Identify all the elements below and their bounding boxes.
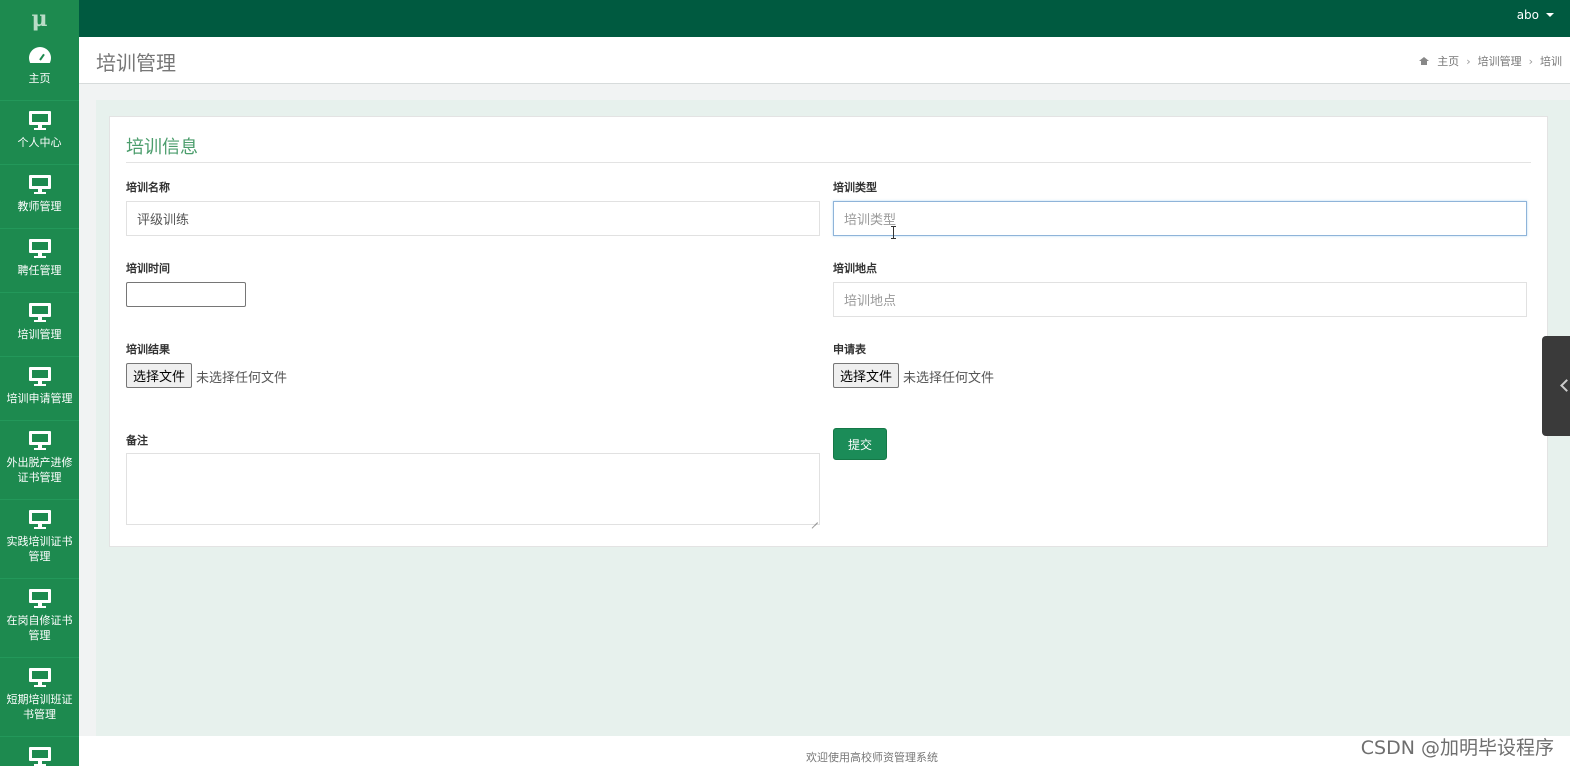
sidebar-item-label: 聘任管理 — [17, 264, 62, 277]
training-type-input[interactable]: 培训类型 — [833, 201, 1527, 236]
application-label: 申请表 — [833, 343, 866, 356]
home-icon — [1419, 57, 1430, 65]
monitor-icon — [28, 747, 51, 766]
name-label: 培训名称 — [126, 181, 170, 194]
sidebar-item-offsite-cert[interactable]: 外出脱产进修证书管理 — [0, 421, 79, 500]
sidebar-item-teachers[interactable]: 教师管理 — [0, 165, 79, 229]
monitor-icon — [28, 510, 51, 530]
application-file-status: 未选择任何文件 — [903, 371, 995, 386]
training-time-input[interactable] — [126, 282, 246, 307]
footer-text: 欢迎使用高校师资管理系统 — [806, 751, 938, 764]
sidebar-item-home[interactable]: 主页 — [0, 37, 79, 101]
logo-text: μ — [31, 5, 48, 32]
user-menu[interactable]: abo — [1517, 8, 1554, 22]
result-file-status: 未选择任何文件 — [196, 371, 288, 386]
sidebar-item-label: 实践培训证书管理 — [6, 535, 73, 563]
sidebar-item-practice-cert[interactable]: 实践培训证书管理 — [0, 500, 79, 579]
sidebar-item-short-course-cert[interactable]: 短期培训班证书管理 — [0, 658, 79, 737]
sidebar-item-label: 外出脱产进修证书管理 — [6, 456, 73, 484]
monitor-icon — [28, 111, 51, 131]
sidebar-item-label: 培训管理 — [17, 328, 62, 341]
monitor-icon — [28, 589, 51, 609]
notes-label: 备注 — [126, 434, 148, 447]
location-label: 培训地点 — [833, 262, 877, 275]
monitor-icon — [28, 303, 51, 323]
application-file-button[interactable]: 选择文件 — [833, 363, 900, 388]
monitor-icon — [28, 668, 51, 688]
training-name-input[interactable]: 评级训练 — [126, 201, 820, 236]
time-label: 培训时间 — [126, 262, 170, 275]
monitor-icon — [28, 431, 51, 451]
monitor-icon — [28, 239, 51, 259]
sidebar-item-appointment[interactable]: 聘任管理 — [0, 229, 79, 293]
sidebar-item-training[interactable]: 培训管理 — [0, 293, 79, 357]
result-file-button[interactable]: 选择文件 — [126, 363, 193, 388]
sidebar-item-training-application[interactable]: 培训申请管理 — [0, 357, 79, 421]
logo[interactable]: μ — [0, 0, 79, 37]
user-name: abo — [1516, 8, 1539, 22]
result-label: 培训结果 — [126, 343, 170, 356]
top-bar: μ abo — [0, 0, 1570, 37]
sidebar-item-self-study-cert[interactable]: 在岗自修证书管理 — [0, 579, 79, 658]
panel-title: 培训信息 — [126, 137, 198, 158]
footer: 欢迎使用高校师资管理系统 — [79, 736, 1570, 766]
sidebar-item-label: 短期培训班证书管理 — [6, 693, 73, 721]
caret-down-icon — [1546, 13, 1554, 17]
monitor-icon — [28, 367, 51, 387]
sidebar-item-label: 培训申请管理 — [6, 392, 73, 405]
chevron-left-icon — [1560, 379, 1570, 392]
monitor-icon — [28, 175, 51, 195]
breadcrumb-training-management[interactable]: 培训管理 — [1478, 53, 1522, 69]
sidebar-item-profile[interactable]: 个人中心 — [0, 101, 79, 165]
breadcrumb-separator: › — [1466, 54, 1471, 68]
sidebar-item-label: 在岗自修证书管理 — [6, 614, 73, 642]
sidebar: 主页 个人中心 教师管理 聘任管理 培训管理 培训申请管理 外出脱产进修证书管理… — [0, 37, 79, 766]
dashboard-icon — [28, 47, 51, 69]
breadcrumb-training: 培训 — [1540, 55, 1562, 68]
text-cursor-icon — [891, 226, 897, 239]
sidebar-item-more[interactable] — [0, 737, 79, 766]
side-panel-toggle[interactable] — [1542, 336, 1570, 436]
page-title: 培训管理 — [96, 51, 176, 75]
page-header: 培训管理 主页 › 培训管理 › 培训 — [79, 37, 1570, 84]
sidebar-item-label: 主页 — [28, 72, 51, 85]
training-location-input[interactable]: 培训地点 — [833, 282, 1527, 317]
notes-textarea[interactable] — [126, 453, 820, 525]
submit-button[interactable]: 提交 — [833, 428, 887, 460]
sidebar-item-label: 教师管理 — [17, 200, 62, 213]
sidebar-item-label: 个人中心 — [17, 136, 62, 149]
breadcrumb-separator: › — [1528, 54, 1533, 68]
breadcrumb-home[interactable]: 主页 — [1437, 53, 1459, 69]
divider — [126, 162, 1531, 163]
watermark: CSDN @加明毕设程序 — [1360, 737, 1554, 759]
type-label: 培训类型 — [833, 181, 877, 194]
breadcrumb: 主页 › 培训管理 › 培训 — [1419, 53, 1562, 69]
resize-handle-icon[interactable] — [811, 516, 818, 523]
